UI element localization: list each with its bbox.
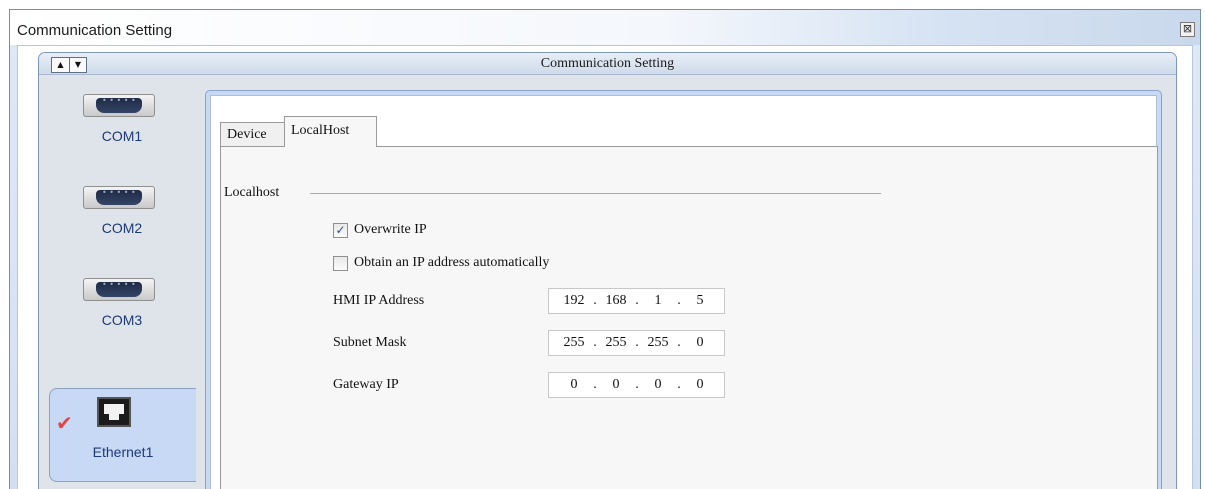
- ip-separator: .: [593, 377, 597, 392]
- ip-octet: 0: [696, 335, 704, 350]
- group-divider: [310, 193, 881, 194]
- localhost-group-label: Localhost: [224, 185, 280, 200]
- subnet-mask-label: Subnet Mask: [333, 335, 407, 350]
- panel-title: Communication Setting: [540, 56, 675, 71]
- localhost-tab-body: Localhost ✓ Overwrite IP Obtain an IP ad…: [220, 146, 1158, 489]
- ip-separator: .: [635, 335, 639, 350]
- hmi-ip-input[interactable]: 192 . 168 . 1 . 5: [548, 288, 725, 314]
- sidebar-item-ethernet1[interactable]: ✔ Ethernet1: [49, 388, 196, 482]
- sidebar-item-label: COM2: [101, 220, 143, 236]
- panel-header: ▲ ▼ Communication Setting: [39, 53, 1176, 75]
- communication-panel: ▲ ▼ Communication Setting COM1 COM2 COM3…: [38, 52, 1177, 489]
- ip-octet: 0: [612, 377, 620, 392]
- ip-octet: 1: [654, 293, 662, 308]
- serial-port-icon: [83, 94, 155, 117]
- ip-octet: 168: [605, 293, 627, 308]
- sidebar-item-com3[interactable]: COM3: [39, 268, 205, 358]
- serial-port-icon: [83, 186, 155, 209]
- ip-separator: .: [677, 293, 681, 308]
- selected-check-icon: ✔: [56, 411, 73, 435]
- ip-octet: 255: [647, 335, 669, 350]
- ip-separator: .: [677, 335, 681, 350]
- sidebar-item-label: Ethernet1: [92, 444, 154, 460]
- hmi-ip-label: HMI IP Address: [333, 293, 425, 308]
- window-title: Communication Setting: [17, 22, 173, 39]
- sidebar-item-com2[interactable]: COM2: [39, 176, 205, 266]
- sidebar-item-label: COM3: [101, 312, 143, 328]
- subnet-mask-input[interactable]: 255 . 255 . 255 . 0: [548, 330, 725, 356]
- gateway-ip-label: Gateway IP: [333, 377, 399, 392]
- settings-content: Device LocalHost Localhost ✓ Overwrite I…: [205, 90, 1162, 489]
- ip-separator: .: [593, 293, 597, 308]
- sidebar-item-com1[interactable]: COM1: [39, 84, 205, 174]
- overwrite-ip-label: Overwrite IP: [354, 222, 427, 237]
- ip-separator: .: [593, 335, 597, 350]
- ip-octet: 255: [563, 335, 585, 350]
- obtain-ip-auto-row[interactable]: Obtain an IP address automatically: [333, 255, 549, 271]
- ip-separator: .: [635, 293, 639, 308]
- overwrite-ip-row[interactable]: ✓ Overwrite IP: [333, 222, 427, 238]
- ip-separator: .: [635, 377, 639, 392]
- sidebar-item-label: COM1: [101, 128, 143, 144]
- gateway-ip-input[interactable]: 0 . 0 . 0 . 0: [548, 372, 725, 398]
- tab-localhost[interactable]: LocalHost: [284, 116, 377, 147]
- ip-octet: 192: [563, 293, 585, 308]
- title-bar: Communication Setting ⊠: [10, 10, 1200, 45]
- ip-octet: 0: [696, 377, 704, 392]
- settings-content-inner: Device LocalHost Localhost ✓ Overwrite I…: [210, 95, 1158, 489]
- ip-octet: 0: [654, 377, 662, 392]
- obtain-ip-auto-label: Obtain an IP address automatically: [354, 255, 550, 270]
- ip-octet: 255: [605, 335, 627, 350]
- serial-port-icon: [83, 278, 155, 301]
- ip-octet: 5: [696, 293, 704, 308]
- ethernet-port-icon: [97, 397, 131, 427]
- tab-device[interactable]: Device: [220, 122, 285, 146]
- obtain-ip-auto-checkbox[interactable]: [333, 255, 348, 271]
- close-button[interactable]: ⊠: [1180, 22, 1195, 37]
- overwrite-ip-checkbox[interactable]: ✓: [333, 222, 348, 238]
- ip-octet: 0: [570, 377, 578, 392]
- port-sidebar: COM1 COM2 COM3 ✔ Ethernet1: [39, 76, 205, 489]
- ip-separator: .: [677, 377, 681, 392]
